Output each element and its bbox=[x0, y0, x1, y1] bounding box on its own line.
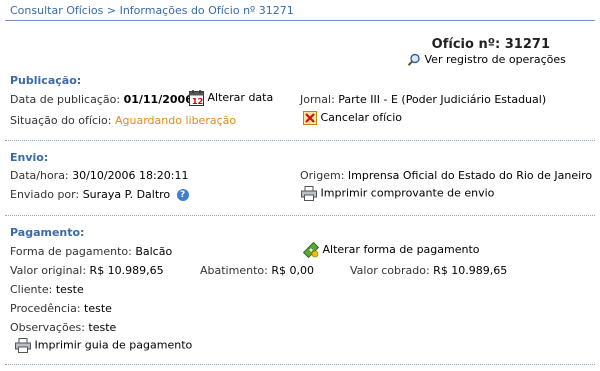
cancelar-oficio-button[interactable]: Cancelar ofício bbox=[303, 111, 402, 125]
data-publicacao-label: Data de publicação: bbox=[10, 93, 121, 106]
imprimir-guia-label: Imprimir guia de pagamento bbox=[34, 338, 193, 352]
enviado-por-label: Enviado por: bbox=[10, 188, 80, 201]
procedencia-value: teste bbox=[84, 302, 112, 315]
situacao-label: Situação do ofício: bbox=[10, 114, 112, 127]
cliente-field: Cliente: teste bbox=[10, 283, 84, 296]
alterar-data-label: Alterar data bbox=[207, 91, 274, 104]
jornal-field: Jornal: Parte III - E (Poder Judiciário … bbox=[300, 93, 546, 106]
header-divider bbox=[5, 20, 595, 21]
imprimir-guia-button[interactable]: Imprimir guia de pagamento bbox=[15, 338, 192, 353]
printer-icon bbox=[15, 338, 31, 353]
data-hora-value: 30/10/2006 18:20:11 bbox=[72, 169, 189, 182]
ver-registro-link[interactable]: Ver registro de operações bbox=[407, 53, 566, 67]
forma-pagamento-field: Forma de pagamento: Balcão bbox=[10, 245, 172, 258]
divider bbox=[5, 215, 595, 216]
jornal-value: Parte III - E (Poder Judiciário Estadual… bbox=[338, 93, 547, 106]
valor-original-field: Valor original: R$ 10.989,65 bbox=[10, 264, 164, 277]
breadcrumb[interactable]: Consultar Ofícios > Informações do Ofíci… bbox=[10, 4, 294, 17]
observacoes-field: Observações: teste bbox=[10, 321, 116, 334]
imprimir-comprovante-button[interactable]: Imprimir comprovante de envio bbox=[301, 186, 494, 201]
printer-icon bbox=[301, 186, 317, 201]
data-hora-field: Data/hora: 30/10/2006 18:20:11 bbox=[10, 169, 188, 182]
calendar-icon: 12 bbox=[189, 90, 204, 106]
section-title-publicacao: Publicação: bbox=[10, 74, 82, 87]
enviado-por-field: Enviado por: Suraya P. Daltro ? bbox=[10, 188, 189, 201]
origem-field: Origem: Imprensa Oficial do Estado do Ri… bbox=[300, 169, 592, 182]
enviado-por-value: Suraya P. Daltro bbox=[82, 188, 171, 201]
cancelar-oficio-label: Cancelar ofício bbox=[320, 111, 403, 124]
alterar-forma-pagamento-label: Alterar forma de pagamento bbox=[322, 243, 480, 256]
situacao-field: Situação do ofício: Aguardando liberação bbox=[10, 114, 236, 127]
cliente-label: Cliente: bbox=[10, 283, 53, 296]
data-publicacao-field: Data de publicação: 01/11/2006 bbox=[10, 93, 193, 106]
observacoes-value: teste bbox=[88, 321, 117, 334]
valor-original-label: Valor original: bbox=[10, 264, 87, 277]
cliente-value: teste bbox=[55, 283, 84, 296]
abatimento-value: R$ 0,00 bbox=[271, 264, 314, 277]
section-title-envio: Envio: bbox=[10, 151, 49, 164]
valor-original-value: R$ 10.989,65 bbox=[89, 264, 164, 277]
observacoes-label: Observações: bbox=[10, 321, 85, 334]
forma-pagamento-label: Forma de pagamento: bbox=[10, 245, 132, 258]
divider bbox=[5, 364, 595, 365]
forma-pagamento-value: Balcão bbox=[135, 245, 173, 258]
magnifier-icon bbox=[407, 53, 420, 66]
jornal-label: Jornal: bbox=[300, 93, 335, 106]
valor-cobrado-label: Valor cobrado: bbox=[350, 264, 430, 277]
origem-label: Origem: bbox=[300, 169, 345, 182]
valor-cobrado-value: R$ 10.989,65 bbox=[433, 264, 508, 277]
ver-registro-label: Ver registro de operações bbox=[424, 53, 566, 66]
valor-cobrado-field: Valor cobrado: R$ 10.989,65 bbox=[350, 264, 507, 277]
origem-value: Imprensa Oficial do Estado do Rio de Jan… bbox=[347, 169, 593, 182]
cancel-x-icon bbox=[303, 111, 317, 125]
money-icon bbox=[302, 241, 320, 259]
help-icon[interactable]: ? bbox=[176, 189, 189, 201]
svg-text:12: 12 bbox=[192, 97, 203, 106]
abatimento-field: Abatimento: R$ 0,00 bbox=[200, 264, 314, 277]
section-title-pagamento: Pagamento: bbox=[10, 226, 85, 239]
alterar-forma-pagamento-button[interactable]: Alterar forma de pagamento bbox=[302, 241, 480, 259]
abatimento-label: Abatimento: bbox=[200, 264, 268, 277]
page-title: Ofício nº: 31271 bbox=[431, 37, 550, 52]
alterar-data-button[interactable]: 12 Alterar data bbox=[189, 90, 273, 106]
data-hora-label: Data/hora: bbox=[10, 169, 69, 182]
situacao-status: Aguardando liberação bbox=[115, 114, 237, 127]
procedencia-field: Procedência: teste bbox=[10, 302, 112, 315]
data-publicacao-value: 01/11/2006 bbox=[123, 93, 193, 106]
imprimir-comprovante-label: Imprimir comprovante de envio bbox=[320, 186, 495, 200]
divider bbox=[5, 140, 595, 141]
procedencia-label: Procedência: bbox=[10, 302, 81, 315]
